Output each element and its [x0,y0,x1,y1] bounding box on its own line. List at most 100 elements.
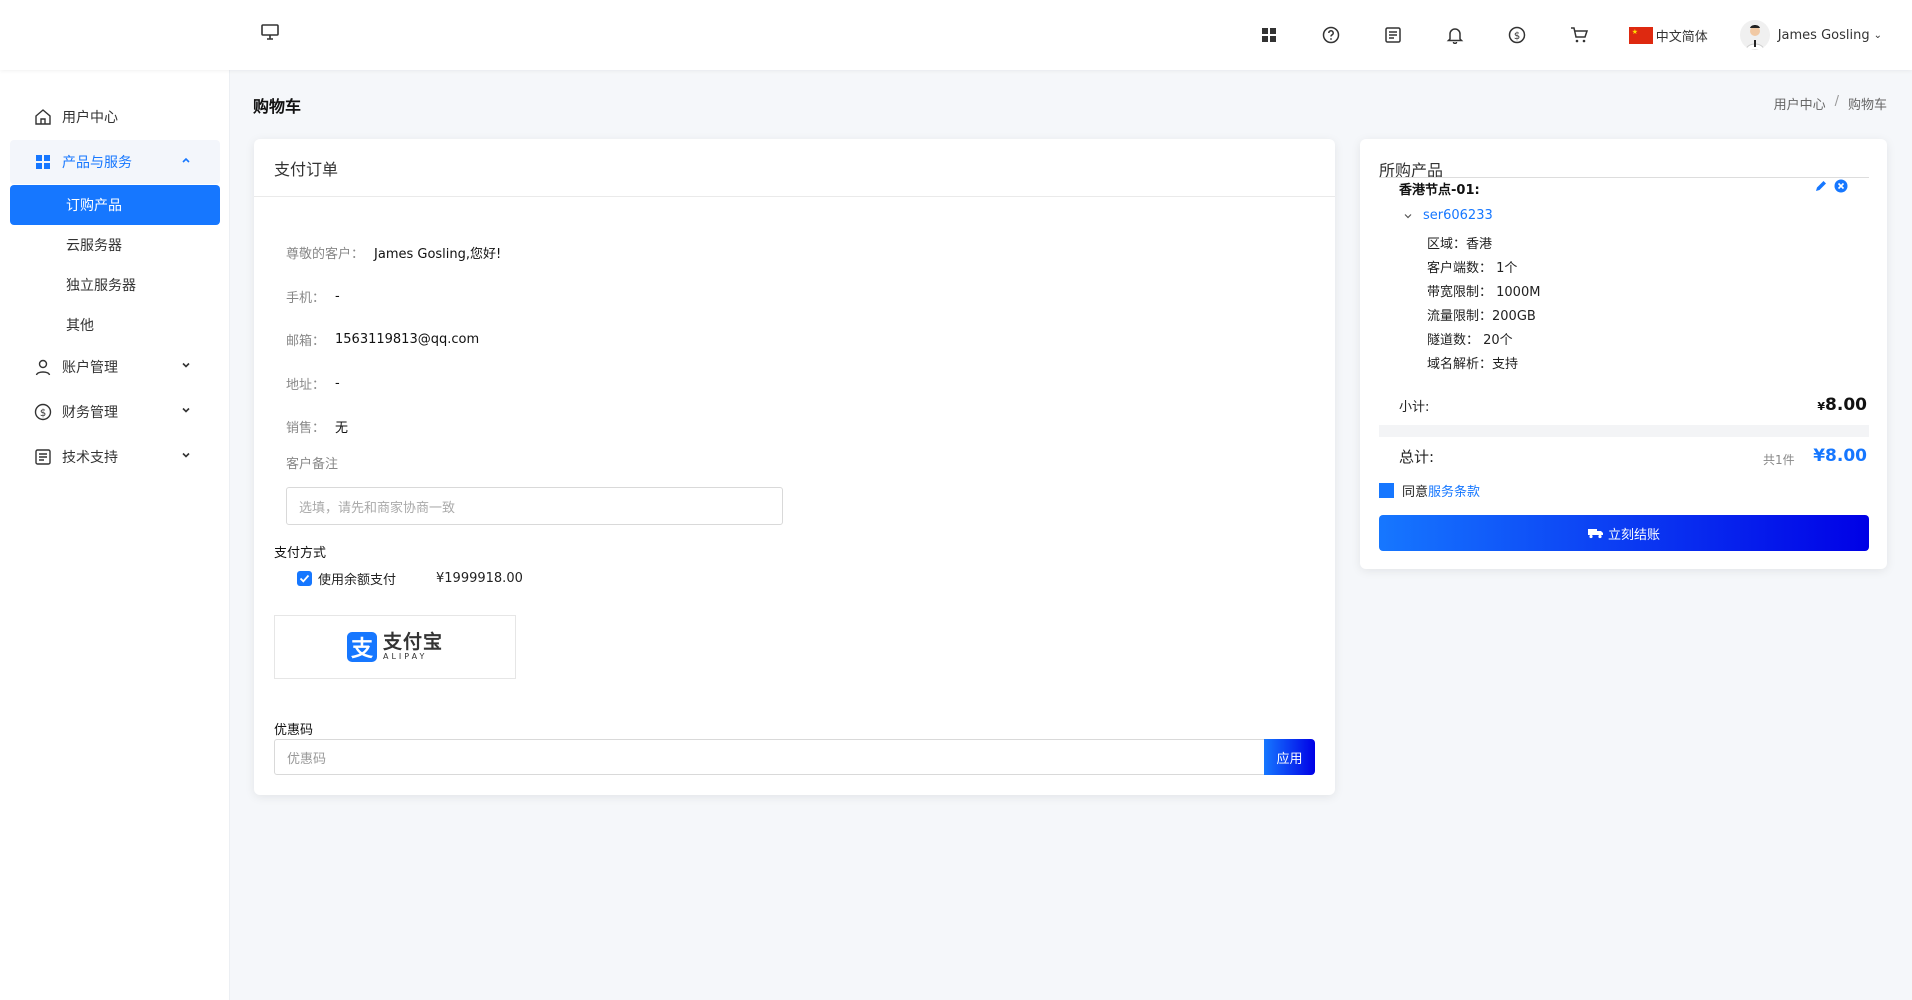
sidebar-item-support[interactable]: 技术支持 [10,435,220,479]
edit-icon[interactable] [1814,179,1828,193]
greeting-value: James Gosling,您好! [374,247,502,262]
apply-coupon-button[interactable]: 应用 [1264,739,1315,775]
balance-payment-option[interactable]: 使用余额支付 ¥1999918.00 [297,569,523,588]
sidebar-item-label: 技术支持 [62,450,118,466]
phone-value: - [335,289,340,304]
total-count: 共1件 [1763,453,1795,467]
chevron-down-icon: ⌄ [1873,29,1882,41]
breadcrumb: 用户中心 / 购物车 [1774,94,1887,113]
email-row: 邮箱： 1563119813@qq.com [286,330,479,349]
coupon-input[interactable]: 优惠码 [274,739,1284,775]
dollar-icon: $ [34,403,52,421]
terms-link[interactable]: 服务条款 [1428,481,1480,500]
chevron-down-icon [1402,210,1414,222]
chevron-down-icon [180,449,192,461]
home-icon [34,108,52,126]
sidebar-subitem-label: 云服务器 [66,238,122,254]
cart-card: 所购产品 香港节点-01: ser606233 区域：香港 客户端数： 1个 带… [1360,139,1887,569]
china-flag-icon: ★ [1628,26,1653,44]
sidebar-subitem-dedicated-server[interactable]: 独立服务器 [10,265,220,305]
sales-row: 销售： 无 [286,417,348,436]
product-name: 香港节点-01: [1399,183,1480,198]
subtotal-amount: 8.00 [1825,395,1867,415]
sales-label: 销售： [286,421,326,436]
greeting-label: 尊敬的客户： [286,247,365,262]
user-icon [34,358,52,376]
divider [1379,177,1869,178]
document-icon [34,448,52,466]
checkbox-checked-icon[interactable] [297,571,312,586]
sidebar-subitem-other[interactable]: 其他 [10,305,220,345]
sidebar-item-label: 账户管理 [62,360,118,376]
server-id: ser606233 [1423,208,1493,223]
sidebar-item-label: 产品与服务 [62,155,132,171]
apps-icon[interactable] [1257,23,1281,47]
spec-bandwidth: 带宽限制： 1000M [1427,285,1541,300]
sidebar-subitem-label: 其他 [66,318,94,334]
order-card: 支付订单 尊敬的客户： James Gosling,您好! 手机： - 邮箱： … [254,139,1335,795]
address-value: - [335,376,340,391]
alipay-cn: 支付宝 [382,631,443,653]
subtotal-currency: ¥ [1817,400,1826,413]
sidebar-item-account[interactable]: 账户管理 [10,345,220,389]
note-label: 客户备注 [286,457,339,472]
language-selector[interactable]: ★ 中文简体 [1628,26,1708,45]
chevron-up-icon [180,154,192,166]
sidebar-subitem-cloud-server[interactable]: 云服务器 [10,225,220,265]
checkbox-icon[interactable] [1379,483,1394,498]
user-menu[interactable]: James Gosling ⌄ [1739,20,1882,50]
breadcrumb-separator: / [1834,94,1839,109]
phone-label: 手机： [286,291,326,306]
sales-value: 无 [335,421,349,436]
breadcrumb-item-current: 购物车 [1847,98,1887,113]
alipay-en: ALIPAY [382,652,428,661]
dollar-icon[interactable]: $ [1505,23,1529,47]
divider [1379,425,1869,437]
bell-icon[interactable] [1443,23,1467,47]
svg-text:$: $ [40,408,46,419]
agree-prefix: 同意 [1402,485,1429,500]
sidebar-item-user-center[interactable]: 用户中心 [10,95,220,139]
email-label: 邮箱： [286,334,326,349]
top-icons: $ ★ 中文简体 James Gosling ⌄ [1257,0,1882,70]
monitor-icon[interactable] [260,22,282,46]
spec-traffic: 流量限制：200GB [1427,309,1536,324]
note-input[interactable]: 选填，请先和商家协商一致 [286,487,783,525]
remove-icon[interactable] [1834,179,1848,193]
spec-region: 区域：香港 [1427,237,1493,252]
grid-icon [34,153,52,171]
email-value: 1563119813@qq.com [335,332,480,347]
total-label: 总计: [1399,448,1435,466]
terms-agreement[interactable]: 同意 服务条款 [1379,481,1480,500]
alipay-option[interactable]: 支 支付宝 ALIPAY [274,615,516,679]
checkout-button[interactable]: 立刻结账 [1379,515,1869,551]
phone-row: 手机： - [286,287,340,306]
payment-method-label: 支付方式 [274,546,327,561]
subtotal-value: ¥8.00 [1817,395,1867,415]
balance-amount: ¥1999918.00 [436,571,523,586]
document-icon[interactable] [1381,23,1405,47]
help-icon[interactable] [1319,23,1343,47]
address-label: 地址： [286,378,326,393]
checkout-label: 立刻结账 [1607,527,1660,543]
language-label: 中文简体 [1655,29,1708,45]
greeting-row: 尊敬的客户： James Gosling,您好! [286,243,501,262]
sidebar-item-products[interactable]: 产品与服务 [10,140,220,184]
alipay-icon: 支 [346,632,377,662]
alipay-wordmark: 支付宝 ALIPAY [383,632,443,662]
sidebar-subitem-label: 订购产品 [66,198,122,214]
sidebar-subitem-label: 独立服务器 [66,278,136,294]
spec-tunnels: 隧道数： 20个 [1427,333,1513,348]
coupon-label: 优惠码 [274,723,314,738]
sidebar-item-finance[interactable]: $ 财务管理 [10,390,220,434]
server-toggle[interactable]: ser606233 [1402,208,1493,223]
breadcrumb-item-home[interactable]: 用户中心 [1774,94,1826,113]
sidebar-subitem-order-products[interactable]: 订购产品 [10,185,220,225]
balance-label: 使用余额支付 [318,573,397,588]
address-row: 地址： - [286,374,340,393]
sidebar-item-label: 用户中心 [62,110,118,126]
subtotal-label: 小计: [1399,400,1430,415]
cart-icon[interactable] [1567,23,1591,47]
sidebar-item-label: 财务管理 [62,405,118,421]
truck-icon [1587,527,1604,539]
